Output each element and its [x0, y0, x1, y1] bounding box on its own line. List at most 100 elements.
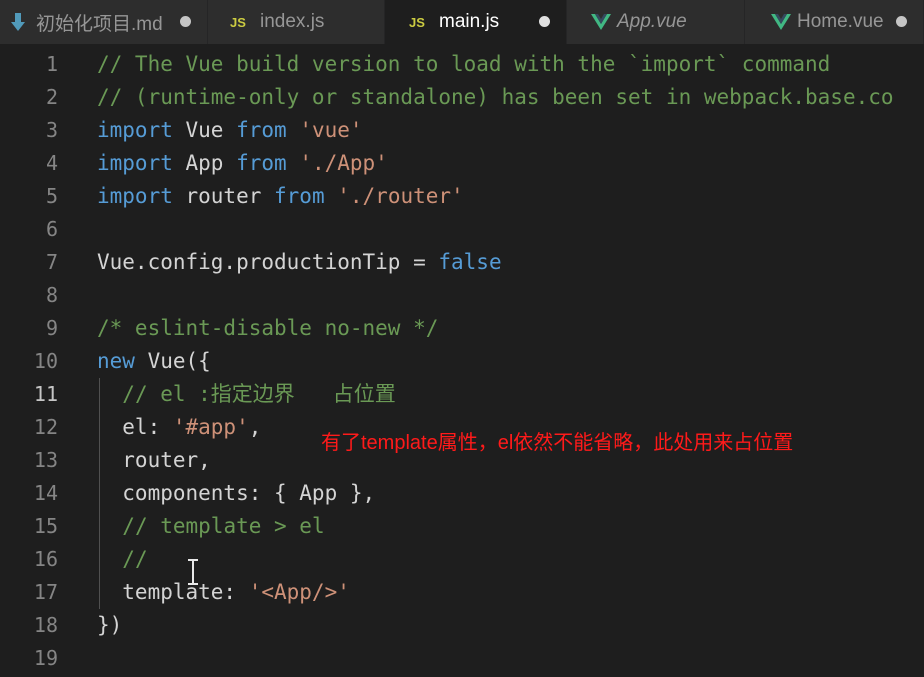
js-icon: JS: [230, 14, 246, 30]
code-token: el:: [97, 415, 173, 439]
code-token: from: [274, 184, 325, 208]
code-line[interactable]: 14 components: { App },: [0, 477, 924, 510]
markdown-icon: [10, 12, 26, 32]
line-number: 10: [33, 349, 58, 373]
code-line[interactable]: 10 new Vue({: [0, 345, 924, 378]
code-line[interactable]: 1 // The Vue build version to load with t…: [0, 48, 924, 81]
tab-home-vue[interactable]: Home.vue: [745, 0, 924, 44]
code-line[interactable]: 6: [0, 213, 924, 246]
code-token: '<App/>': [248, 580, 350, 604]
line-number: 14: [33, 481, 58, 505]
code-token: ,: [248, 415, 262, 439]
unsaved-dot-icon[interactable]: [180, 16, 191, 27]
code-line[interactable]: 8: [0, 279, 924, 312]
code-line[interactable]: 4 import App from './App': [0, 147, 924, 180]
code-line[interactable]: 19: [0, 642, 924, 675]
line-number: 19: [33, 646, 58, 670]
tab-label: index.js: [260, 11, 325, 32]
code-text: //: [97, 543, 147, 576]
code-token: router,: [97, 448, 211, 472]
tab-label: main.js: [439, 11, 500, 32]
vue-icon: [771, 13, 791, 31]
code-text: components: { App },: [97, 477, 375, 510]
code-line[interactable]: 11 // el :指定边界 占位置: [0, 378, 924, 411]
line-number: 3: [45, 118, 58, 142]
code-line[interactable]: 18}): [0, 609, 924, 642]
code-text: el: '#app',: [97, 411, 261, 444]
code-token: /* eslint-disable no-new */: [97, 316, 439, 340]
code-token: Vue({: [134, 349, 211, 373]
code-line[interactable]: 2 // (runtime-only or standalone) has bee…: [0, 81, 924, 114]
tab-main-js[interactable]: JS main.js: [385, 0, 567, 44]
code-text: router,: [97, 444, 211, 477]
code-text: import router from './router': [97, 180, 464, 213]
code-token: components: { App },: [97, 481, 376, 505]
code-token: 'vue': [299, 118, 363, 142]
code-token: App: [172, 151, 237, 175]
tab-readme-md[interactable]: 初始化项目.md: [0, 0, 208, 44]
code-text: new Vue({: [97, 345, 211, 378]
unsaved-dot-icon[interactable]: [539, 16, 550, 27]
code-text: import App from './App': [97, 147, 388, 180]
vue-icon: [591, 13, 611, 31]
tab-index-js[interactable]: JS index.js: [208, 0, 385, 44]
code-text: import Vue from 'vue': [97, 114, 363, 147]
code-line[interactable]: 15 // template > el: [0, 510, 924, 543]
code-token: './router': [337, 184, 464, 208]
line-number: 11: [33, 382, 58, 406]
js-icon: JS: [409, 14, 425, 30]
text-cursor-icon: [188, 559, 198, 585]
line-number: 16: [33, 547, 58, 571]
line-number: 4: [45, 151, 58, 175]
code-token: import: [97, 118, 173, 142]
line-number: 1: [45, 52, 58, 76]
code-line[interactable]: 3 import Vue from 'vue': [0, 114, 924, 147]
line-number: 15: [33, 514, 58, 538]
line-number: 13: [33, 448, 58, 472]
code-text: Vue.config.productionTip = false: [97, 246, 502, 279]
tab-app-vue[interactable]: App.vue: [567, 0, 745, 44]
code-editor[interactable]: 1 // The Vue build version to load with t…: [0, 44, 924, 677]
code-text: // (runtime-only or standalone) has been…: [97, 81, 894, 114]
code-token: import: [97, 151, 173, 175]
code-token: Vue.config.productionTip =: [97, 250, 439, 274]
code-line[interactable]: 7 Vue.config.productionTip = false: [0, 246, 924, 279]
line-number: 12: [33, 415, 58, 439]
code-token: from: [236, 118, 287, 142]
code-text: // The Vue build version to load with th…: [97, 48, 830, 81]
code-text: // template > el: [97, 510, 325, 543]
code-line[interactable]: 16 //: [0, 543, 924, 576]
code-text: }): [97, 609, 122, 642]
code-text: // el :指定边界 占位置: [97, 378, 396, 411]
line-number: 9: [45, 316, 58, 340]
line-number: 2: [45, 85, 58, 109]
line-number: 8: [45, 283, 58, 307]
code-token: // el :指定边界 占位置: [122, 382, 396, 406]
code-token: // The Vue build version to load with th…: [97, 52, 831, 76]
line-number: 7: [45, 250, 58, 274]
code-token: template:: [97, 580, 249, 604]
unsaved-dot-icon[interactable]: [896, 16, 907, 27]
code-token: // (runtime-only or standalone) has been…: [97, 85, 894, 109]
code-line[interactable]: 5 import router from './router': [0, 180, 924, 213]
code-line[interactable]: 9 /* eslint-disable no-new */: [0, 312, 924, 345]
code-text: /* eslint-disable no-new */: [97, 312, 438, 345]
code-token: }): [97, 613, 123, 637]
code-token: // template > el: [122, 514, 325, 538]
tab-bar: 初始化项目.md JS index.js JS main.js App.vue …: [0, 0, 924, 44]
code-text: template: '<App/>': [97, 576, 350, 609]
code-token: from: [236, 151, 287, 175]
code-line[interactable]: 17 template: '<App/>': [0, 576, 924, 609]
line-number: 17: [33, 580, 58, 604]
code-token: router: [172, 184, 275, 208]
code-token: './App': [299, 151, 388, 175]
code-token: new: [97, 349, 135, 373]
line-number: 6: [45, 217, 58, 241]
line-number: 5: [45, 184, 58, 208]
